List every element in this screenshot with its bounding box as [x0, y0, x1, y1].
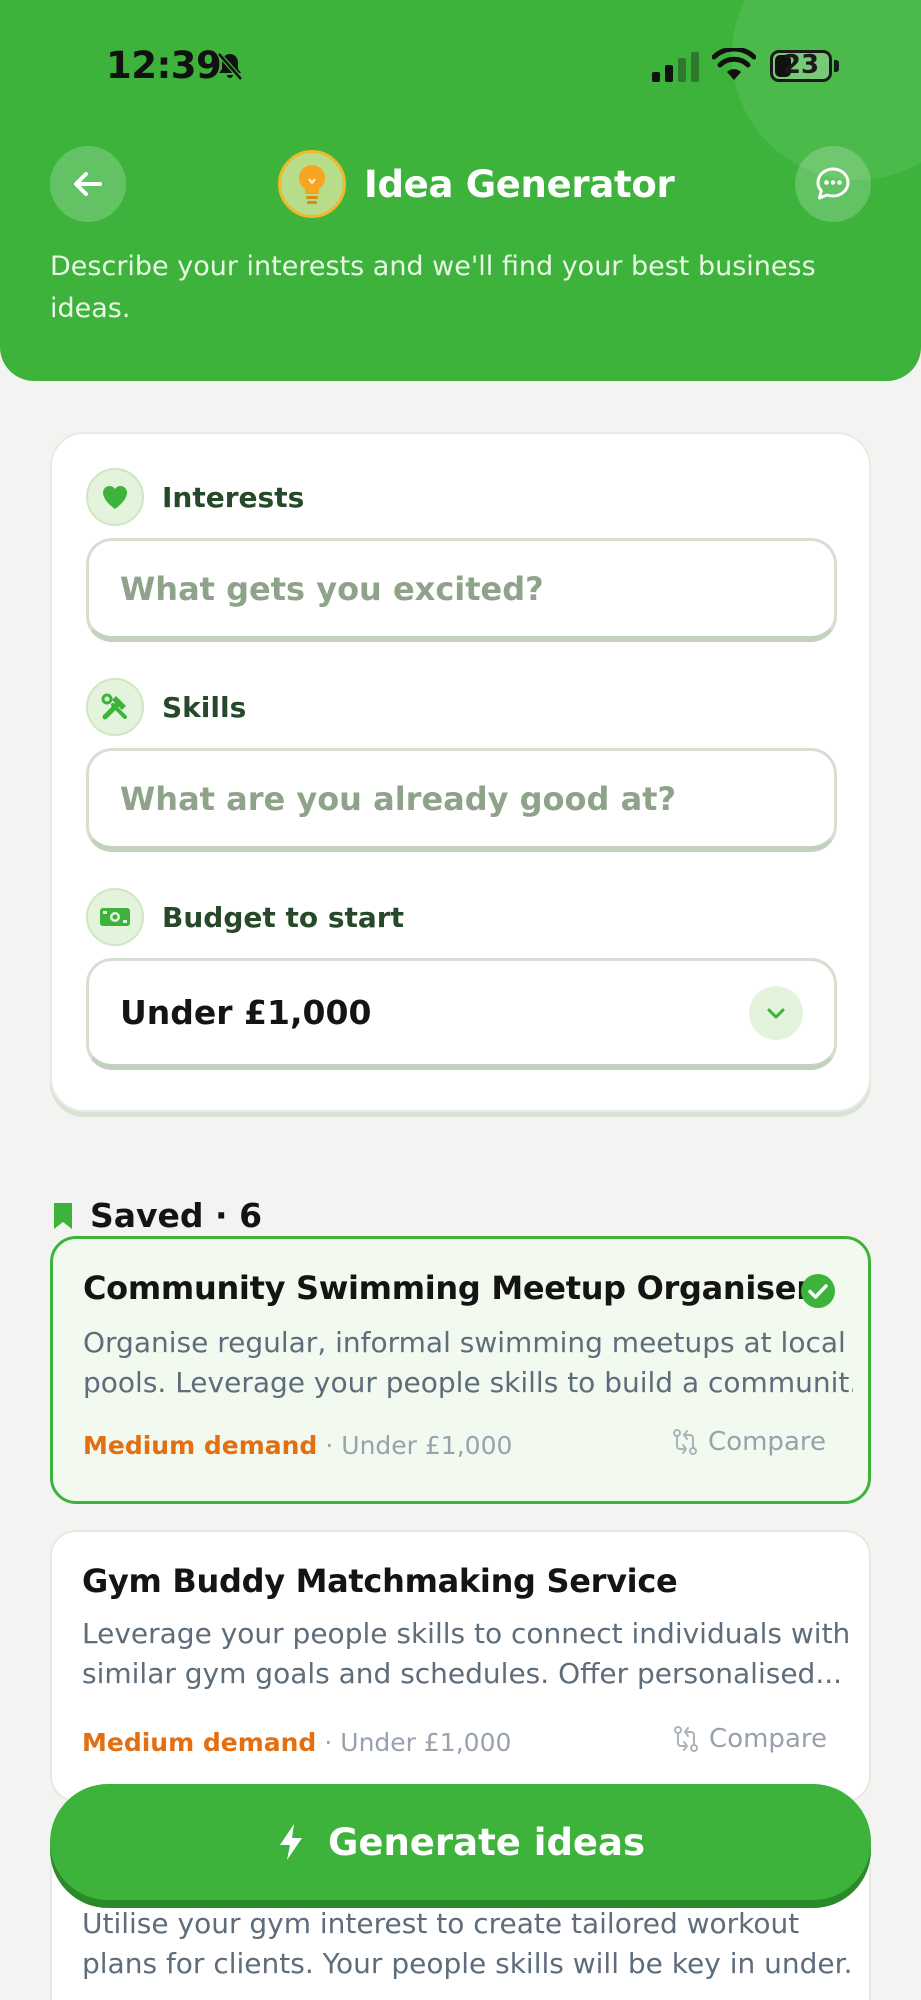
back-button[interactable]: [50, 146, 126, 222]
compare-button[interactable]: Compare: [672, 1427, 826, 1457]
battery-level: 23: [782, 50, 820, 80]
lightbulb-icon: [278, 150, 346, 218]
budget-select[interactable]: Under £1,000: [86, 958, 837, 1070]
meta-separator: ·: [324, 1728, 333, 1757]
page-title: Idea Generator: [364, 162, 675, 206]
demand-badge: Medium demand: [82, 1728, 317, 1757]
budget-tag: Under £1,000: [341, 1431, 513, 1460]
page-subtitle: Describe your interests and we'll find y…: [50, 251, 816, 324]
compare-label: Compare: [708, 1427, 826, 1457]
generate-ideas-label: Generate ideas: [327, 1820, 646, 1864]
arrow-left-icon: [74, 172, 102, 196]
idea-meta: Medium demand · Under £1,000: [83, 1431, 512, 1460]
budget-label-row: Budget to start: [86, 888, 404, 946]
compare-icon: [674, 1726, 699, 1752]
tools-icon: [86, 678, 144, 736]
budget-label: Budget to start: [162, 900, 404, 934]
compare-label: Compare: [709, 1724, 827, 1754]
interests-label: Interests: [162, 480, 305, 514]
skills-label-row: Skills: [86, 678, 246, 736]
budget-select-value: Under £1,000: [120, 993, 372, 1032]
idea-title: Community Swimming Meetup Organiser: [83, 1269, 812, 1307]
status-time: 12:39: [106, 44, 222, 87]
idea-card[interactable]: Gym Buddy Matchmaking Service Leverage y…: [50, 1530, 871, 1802]
generate-ideas-button[interactable]: Generate ideas: [50, 1784, 871, 1900]
bookmark-icon: [54, 1202, 72, 1229]
skills-input[interactable]: [86, 748, 837, 852]
saved-heading: Saved · 6: [52, 1196, 262, 1235]
signal-icon: [652, 52, 699, 82]
interests-input[interactable]: [86, 538, 837, 642]
compare-icon: [673, 1429, 698, 1455]
idea-description: Organise regular, informal swimming meet…: [83, 1326, 853, 1399]
meta-separator: ·: [325, 1431, 334, 1460]
bell-off-icon: [217, 52, 243, 81]
skills-label: Skills: [162, 690, 247, 724]
idea-description: Leverage your people skills to connect i…: [82, 1617, 851, 1690]
idea-title: Gym Buddy Matchmaking Service: [82, 1562, 678, 1600]
chat-button[interactable]: [795, 146, 871, 222]
title-row: Idea Generator: [278, 150, 675, 218]
idea-card[interactable]: Community Swimming Meetup Organiser Orga…: [50, 1236, 871, 1504]
idea-form-card: Interests Skills Budget to start: [50, 432, 871, 1112]
battery-cap: [834, 60, 839, 72]
check-circle-icon: [801, 1274, 835, 1308]
money-icon: [86, 888, 144, 946]
idea-description: Utilise your gym interest to create tail…: [82, 1907, 852, 1980]
lightning-icon: [279, 1824, 302, 1860]
battery-icon: 23: [770, 50, 832, 82]
chevron-down-icon: [749, 985, 803, 1040]
idea-meta: Medium demand · Under £1,000: [82, 1728, 511, 1757]
compare-button[interactable]: Compare: [673, 1724, 827, 1754]
wifi-icon: [712, 48, 756, 80]
header: 12:39 23 Idea Generator Describe your in…: [0, 0, 921, 381]
demand-badge: Medium demand: [83, 1431, 318, 1460]
budget-tag: Under £1,000: [340, 1728, 512, 1757]
heart-icon: [86, 468, 144, 526]
chat-bubble-icon: [816, 167, 850, 200]
saved-title: Saved · 6: [90, 1196, 263, 1235]
status-bar: 12:39 23: [0, 0, 921, 135]
interests-label-row: Interests: [86, 468, 304, 526]
